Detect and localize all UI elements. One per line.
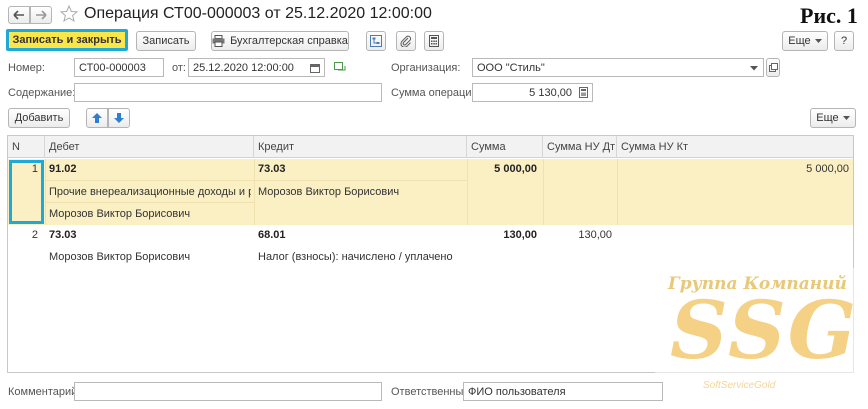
comment-field[interactable]: [74, 382, 382, 401]
row-sum-nu-dt[interactable]: 130,00: [543, 229, 612, 241]
dropdown-icon[interactable]: [750, 66, 758, 71]
arrow-left-icon: [13, 10, 24, 20]
debit-account[interactable]: 73.03: [49, 229, 249, 241]
organization-field[interactable]: ООО "Стиль": [472, 58, 764, 77]
comment-label: Комментарий:: [8, 386, 81, 398]
open-icon: [768, 63, 778, 72]
arrow-up-icon: [92, 113, 102, 123]
operation-sum-label: Сумма операции:: [391, 87, 481, 99]
watermark-logo: SSG: [670, 283, 859, 377]
credit-account[interactable]: 68.01: [258, 229, 458, 241]
star-icon: [59, 4, 79, 23]
column-header-credit[interactable]: Кредит: [254, 136, 467, 158]
responsible-field[interactable]: ФИО пользователя: [463, 382, 663, 401]
move-down-button[interactable]: [108, 108, 130, 128]
chevron-down-icon: [842, 115, 850, 120]
column-header-sum[interactable]: Сумма: [467, 136, 543, 158]
row-number: 2: [31, 229, 38, 241]
organization-value: ООО "Стиль": [477, 61, 545, 74]
table-header: N Дебет Кредит Сумма Сумма НУ Дт Сумма Н…: [8, 136, 853, 158]
row-sum[interactable]: 5 000,00: [467, 163, 537, 175]
credit-subconto-1[interactable]: Морозов Виктор Борисович: [258, 186, 463, 198]
history-icon: [334, 62, 346, 71]
debit-subconto-2[interactable]: Морозов Виктор Борисович: [49, 208, 251, 220]
printer-icon: [212, 35, 225, 47]
watermark-subtitle: SoftServiceGold: [703, 380, 776, 391]
favorite-star-button[interactable]: [59, 4, 79, 26]
number-label: Номер:: [8, 62, 45, 74]
credit-subconto-1[interactable]: Налог (взносы): начислено / уплачено: [258, 251, 463, 263]
arrow-right-icon: [36, 10, 47, 20]
save-and-close-button[interactable]: Записать и закрыть: [6, 29, 128, 51]
chevron-down-icon: [814, 38, 822, 43]
content-label: Содержание:: [8, 87, 76, 99]
column-header-debit[interactable]: Дебет: [45, 136, 254, 158]
figure-label: Рис. 1: [800, 3, 858, 28]
add-row-button[interactable]: Добавить: [8, 108, 70, 128]
calculator-icon: [429, 35, 439, 47]
debit-account[interactable]: 91.02: [49, 163, 249, 175]
column-header-n[interactable]: N: [8, 136, 45, 158]
column-header-sum-nu-kt[interactable]: Сумма НУ Кт: [617, 136, 853, 158]
row-sum[interactable]: 130,00: [467, 229, 537, 241]
paperclip-icon: [400, 35, 411, 47]
structure-icon: [370, 35, 382, 47]
debit-subconto-1[interactable]: Прочие внереализационные доходы и ра...: [49, 186, 251, 198]
date-value: 25.12.2020 12:00:00: [193, 61, 294, 74]
operation-sum-value: 5 130,00: [529, 86, 572, 99]
more-menu-label: Еще: [788, 35, 811, 47]
table-row[interactable]: 1 91.02 Прочие внереализационные доходы …: [8, 159, 853, 225]
back-button[interactable]: [8, 6, 30, 24]
accounting-report-label: Бухгалтерская справка: [230, 35, 348, 47]
row-sum-nu-kt[interactable]: 5 000,00: [617, 163, 849, 175]
save-button[interactable]: Записать: [136, 31, 196, 51]
number-field[interactable]: СТ00-000003: [74, 58, 164, 77]
credit-account[interactable]: 73.03: [258, 163, 458, 175]
accounting-report-button[interactable]: Бухгалтерская справка: [211, 31, 349, 51]
window-title: Операция СТ00-000003 от 25.12.2020 12:00…: [84, 5, 432, 22]
attach-files-button[interactable]: [396, 31, 416, 51]
content-field[interactable]: [74, 83, 382, 102]
date-label: от:: [172, 62, 186, 74]
calculator-button[interactable]: [424, 31, 444, 51]
arrow-down-icon: [114, 113, 124, 123]
help-button[interactable]: ?: [834, 31, 854, 51]
table-row[interactable]: 2 73.03 Морозов Виктор Борисович 68.01 Н…: [8, 225, 853, 269]
calendar-icon[interactable]: [310, 63, 320, 73]
date-history-button[interactable]: [334, 62, 346, 75]
responsible-label: Ответственный:: [391, 386, 473, 398]
organization-label: Организация:: [391, 62, 461, 74]
operation-sum-field[interactable]: 5 130,00: [472, 83, 593, 102]
forward-button[interactable]: [30, 6, 52, 24]
organization-open-button[interactable]: [766, 58, 780, 77]
calculator-icon[interactable]: [579, 87, 588, 98]
table-more-label: Еще: [816, 112, 839, 124]
more-menu-button[interactable]: Еще: [782, 31, 828, 51]
debit-subconto-1[interactable]: Морозов Виктор Борисович: [49, 251, 251, 263]
row-number: 1: [31, 163, 38, 175]
table-more-button[interactable]: Еще: [810, 108, 856, 128]
move-up-button[interactable]: [86, 108, 108, 128]
column-header-sum-nu-dt[interactable]: Сумма НУ Дт: [543, 136, 617, 158]
date-field[interactable]: 25.12.2020 12:00:00: [188, 58, 325, 77]
structure-button[interactable]: [366, 31, 386, 51]
